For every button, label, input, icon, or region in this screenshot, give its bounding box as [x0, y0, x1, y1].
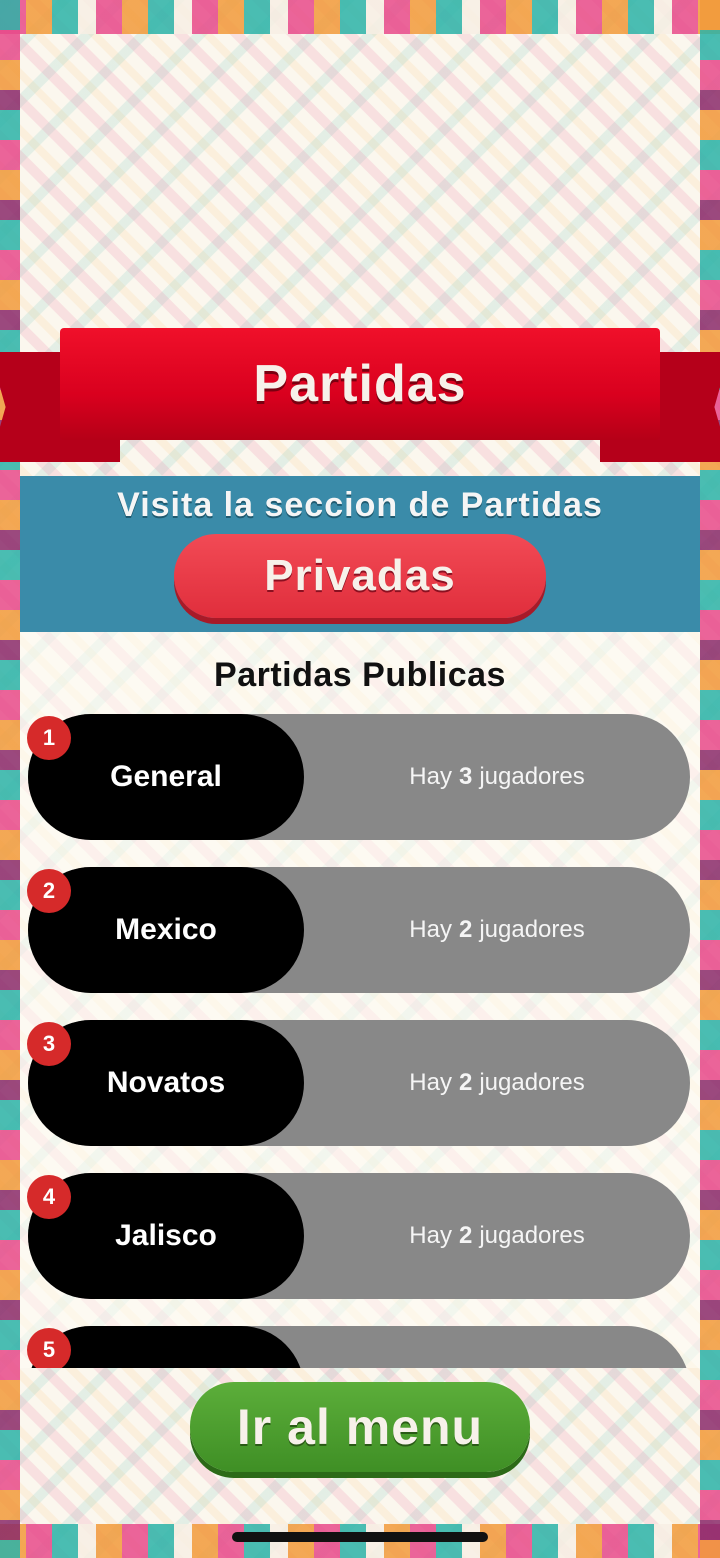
room-player-count: Hay 2 jugadores [304, 1173, 690, 1299]
room-player-count: Hay 2 jugadores [304, 867, 690, 993]
player-count-number: 2 [458, 1069, 473, 1096]
player-count-prefix: Hay [409, 1222, 452, 1249]
pattern-border-top [0, 0, 720, 34]
public-games-title: Partidas Publicas [214, 656, 506, 694]
room-player-count [304, 1326, 690, 1368]
page-title: Partidas [253, 355, 467, 413]
game-room-row[interactable]: Jalisco Hay 2 jugadores 4 [27, 1173, 690, 1299]
player-count-prefix: Hay [409, 1069, 452, 1096]
private-games-banner: Visita la seccion de Partidas Privadas [20, 476, 700, 632]
player-count-suffix: jugadores [479, 763, 585, 790]
player-count-prefix: Hay [409, 763, 452, 790]
game-room-row[interactable]: 5 [27, 1326, 690, 1368]
room-number-badge: 5 [27, 1328, 71, 1368]
pattern-border-left [0, 0, 20, 1558]
game-room-row[interactable]: General Hay 3 jugadores 1 [27, 714, 690, 840]
player-count-suffix: jugadores [479, 1222, 585, 1249]
player-count-number: 2 [458, 916, 473, 943]
room-number-badge: 2 [27, 869, 71, 913]
private-games-button[interactable]: Privadas [174, 534, 546, 618]
player-count-number: 3 [458, 763, 473, 790]
private-banner-text: Visita la seccion de Partidas [117, 486, 603, 524]
player-count-suffix: jugadores [479, 916, 585, 943]
room-number-badge: 1 [27, 716, 71, 760]
title-ribbon: Partidas [0, 328, 720, 468]
pattern-border-right [700, 0, 720, 1558]
game-room-row[interactable]: Novatos Hay 2 jugadores 3 [27, 1020, 690, 1146]
room-player-count: Hay 3 jugadores [304, 714, 690, 840]
player-count-number: 2 [458, 1222, 473, 1249]
player-count-prefix: Hay [409, 916, 452, 943]
game-room-row[interactable]: Mexico Hay 2 jugadores 2 [27, 867, 690, 993]
go-to-menu-button[interactable]: Ir al menu [190, 1382, 530, 1472]
home-indicator[interactable] [232, 1532, 488, 1542]
room-number-badge: 4 [27, 1175, 71, 1219]
public-games-list[interactable]: Partidas Publicas General Hay 3 jugadore… [20, 632, 700, 1368]
player-count-suffix: jugadores [479, 1069, 585, 1096]
room-number-badge: 3 [27, 1022, 71, 1066]
room-player-count: Hay 2 jugadores [304, 1020, 690, 1146]
